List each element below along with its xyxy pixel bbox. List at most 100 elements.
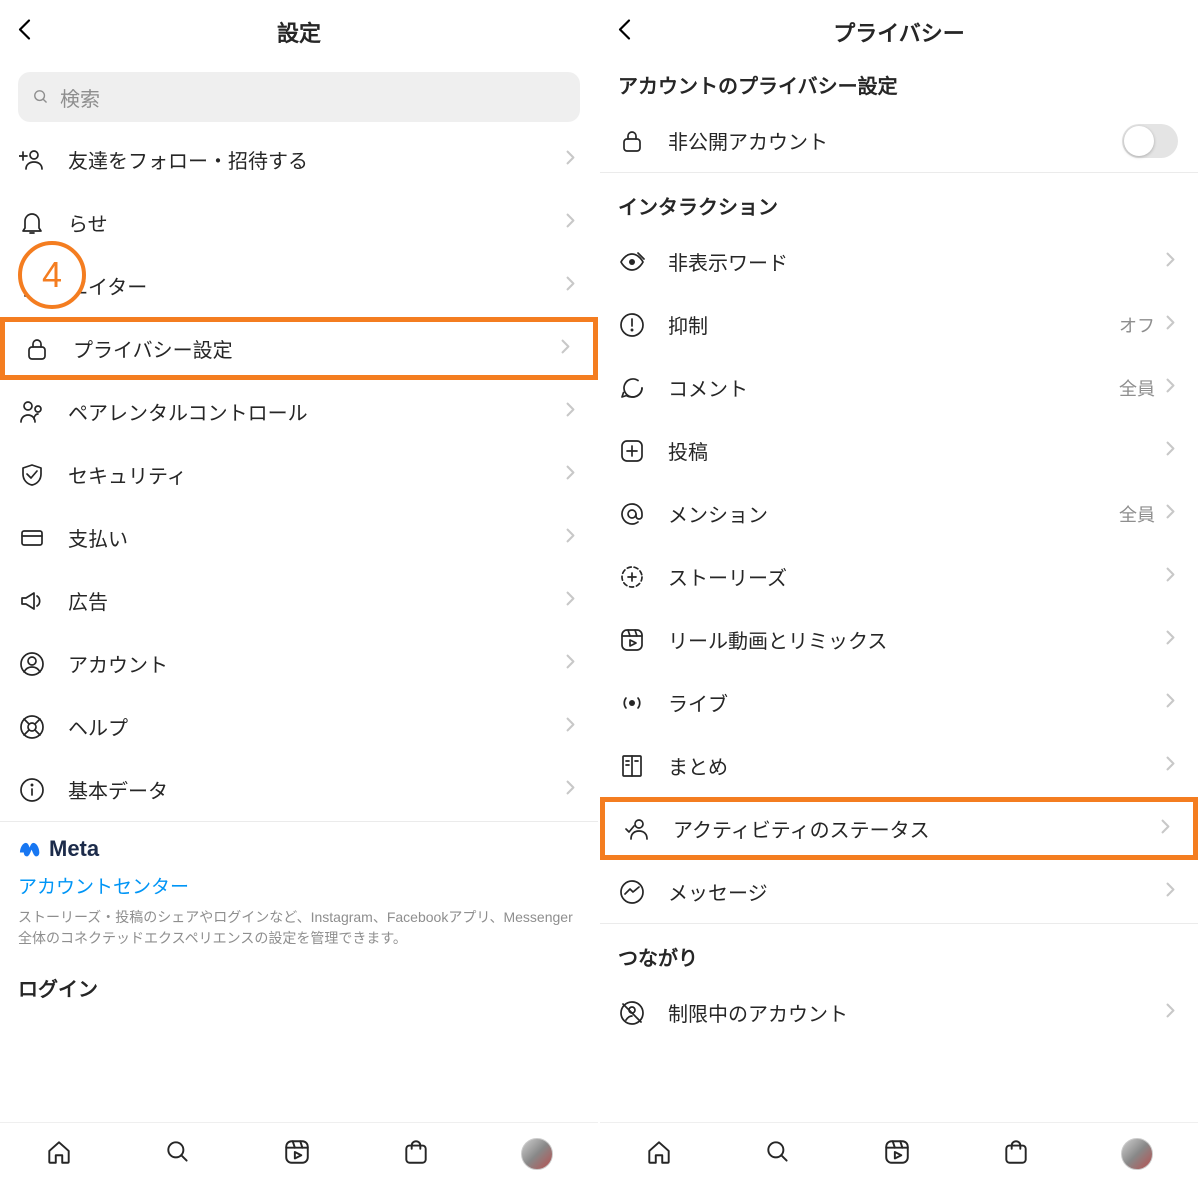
meta-icon bbox=[18, 837, 42, 861]
chevron-right-icon bbox=[1163, 504, 1178, 524]
row-label: 友達をフォロー・招待する bbox=[68, 145, 563, 174]
row-payment[interactable]: 支払い bbox=[0, 506, 598, 569]
privacy-icon bbox=[23, 335, 51, 363]
row-info[interactable]: 基本データ bbox=[0, 758, 598, 821]
section-account-privacy: アカウントのプライバシー設定 bbox=[600, 64, 1198, 109]
row-label: 基本データ bbox=[68, 775, 563, 804]
nav-profile[interactable] bbox=[521, 1138, 553, 1170]
row-label: 支払い bbox=[68, 523, 563, 552]
row-posts[interactable]: 投稿 bbox=[600, 419, 1198, 482]
row-label: 制限中のアカウント bbox=[668, 998, 1163, 1027]
row-activity[interactable]: アクティビティのステータス bbox=[600, 797, 1198, 860]
row-label: まとめ bbox=[668, 751, 1163, 780]
row-stories[interactable]: ストーリーズ bbox=[600, 545, 1198, 608]
row-security[interactable]: セキュリティ bbox=[0, 443, 598, 506]
row-limits[interactable]: 抑制オフ bbox=[600, 293, 1198, 356]
interaction-list: 非表示ワード抑制オフコメント全員投稿メンション全員ストーリーズリール動画とリミッ… bbox=[600, 230, 1198, 923]
chevron-right-icon bbox=[1163, 315, 1178, 335]
back-button-right[interactable] bbox=[612, 17, 638, 48]
connections-list: 制限中のアカウント bbox=[600, 981, 1198, 1044]
nav-shop[interactable] bbox=[1002, 1138, 1030, 1171]
accounts-center-link[interactable]: アカウントセンター bbox=[18, 872, 580, 899]
payment-icon bbox=[18, 524, 46, 552]
chevron-right-icon bbox=[1163, 630, 1178, 650]
row-label: 広告 bbox=[68, 586, 563, 615]
chevron-right-icon bbox=[558, 339, 573, 359]
row-meta: 全員 bbox=[1119, 375, 1155, 401]
search-input[interactable]: 検索 bbox=[18, 72, 580, 122]
chevron-right-icon bbox=[563, 780, 578, 800]
chevron-right-icon bbox=[1163, 378, 1178, 398]
row-label: メンション bbox=[668, 499, 1119, 528]
row-account[interactable]: アカウント bbox=[0, 632, 598, 695]
nav-home[interactable] bbox=[645, 1138, 673, 1171]
hidden-icon bbox=[618, 248, 646, 276]
search-placeholder: 検索 bbox=[60, 83, 100, 112]
row-live[interactable]: ライブ bbox=[600, 671, 1198, 734]
security-icon bbox=[18, 461, 46, 489]
settings-content: 4 友達をフォロー・招待するらせエイタープライバシー設定ペアレンタルコントロール… bbox=[0, 128, 598, 1185]
row-restricted[interactable]: 制限中のアカウント bbox=[600, 981, 1198, 1044]
back-button-left[interactable] bbox=[12, 17, 38, 48]
ads-icon bbox=[18, 587, 46, 615]
comments-icon bbox=[618, 374, 646, 402]
right-pane: プライバシー 5 アカウントのプライバシー設定 非公開アカウント インタラクショ… bbox=[600, 0, 1200, 1185]
row-label: プライバシー設定 bbox=[73, 334, 558, 363]
left-pane: 設定 検索 4 友達をフォロー・招待するらせエイタープライバシー設定ペアレンタル… bbox=[0, 0, 600, 1185]
row-label: ストーリーズ bbox=[668, 562, 1163, 591]
callout-4: 4 bbox=[18, 241, 86, 309]
privacy-content: 5 アカウントのプライバシー設定 非公開アカウント インタラクション 非表示ワー… bbox=[600, 64, 1198, 1185]
stories-icon bbox=[618, 563, 646, 591]
messages-icon bbox=[618, 878, 646, 906]
row-meta: オフ bbox=[1119, 312, 1155, 338]
section-interaction: インタラクション bbox=[600, 173, 1198, 230]
row-label: 非表示ワード bbox=[668, 247, 1163, 276]
row-messages[interactable]: メッセージ bbox=[600, 860, 1198, 923]
chevron-right-icon bbox=[563, 150, 578, 170]
private-account-toggle[interactable] bbox=[1122, 124, 1178, 158]
meta-logo: Meta bbox=[18, 836, 580, 862]
nav-search[interactable] bbox=[764, 1138, 792, 1171]
info-icon bbox=[18, 776, 46, 804]
row-creator[interactable]: エイター bbox=[0, 254, 598, 317]
row-label: セキュリティ bbox=[68, 460, 563, 489]
row-label: ペアレンタルコントロール bbox=[68, 397, 563, 426]
row-guides[interactable]: まとめ bbox=[600, 734, 1198, 797]
privacy-title: プライバシー bbox=[833, 16, 965, 48]
row-help[interactable]: ヘルプ bbox=[0, 695, 598, 758]
row-comments[interactable]: コメント全員 bbox=[600, 356, 1198, 419]
chevron-right-icon bbox=[1163, 252, 1178, 272]
chevron-right-icon bbox=[1163, 882, 1178, 902]
chevron-right-icon bbox=[1158, 819, 1173, 839]
private-account-label: 非公開アカウント bbox=[668, 126, 1122, 155]
reels-icon bbox=[618, 626, 646, 654]
settings-list: 友達をフォロー・招待するらせエイタープライバシー設定ペアレンタルコントロールセキ… bbox=[0, 128, 598, 821]
row-label: ライブ bbox=[668, 688, 1163, 717]
row-ads[interactable]: 広告 bbox=[0, 569, 598, 632]
row-follow[interactable]: 友達をフォロー・招待する bbox=[0, 128, 598, 191]
row-privacy[interactable]: プライバシー設定 bbox=[0, 317, 598, 380]
nav-profile[interactable] bbox=[1121, 1138, 1153, 1170]
row-mentions[interactable]: メンション全員 bbox=[600, 482, 1198, 545]
chevron-right-icon bbox=[1163, 693, 1178, 713]
row-reels[interactable]: リール動画とリミックス bbox=[600, 608, 1198, 671]
nav-shop[interactable] bbox=[402, 1138, 430, 1171]
live-icon bbox=[618, 689, 646, 717]
chevron-right-icon bbox=[1163, 1003, 1178, 1023]
row-label: アカウント bbox=[68, 649, 563, 678]
guides-icon bbox=[618, 752, 646, 780]
row-hidden[interactable]: 非表示ワード bbox=[600, 230, 1198, 293]
nav-reels[interactable] bbox=[883, 1138, 911, 1171]
row-parental[interactable]: ペアレンタルコントロール bbox=[0, 380, 598, 443]
chevron-right-icon bbox=[563, 717, 578, 737]
row-notif[interactable]: らせ bbox=[0, 191, 598, 254]
nav-home[interactable] bbox=[45, 1138, 73, 1171]
row-meta: 全員 bbox=[1119, 501, 1155, 527]
settings-header: 設定 bbox=[0, 0, 598, 64]
nav-search[interactable] bbox=[164, 1138, 192, 1171]
nav-reels[interactable] bbox=[283, 1138, 311, 1171]
settings-title: 設定 bbox=[277, 16, 321, 48]
chevron-right-icon bbox=[563, 465, 578, 485]
chevron-right-icon bbox=[1163, 567, 1178, 587]
row-label: アクティビティのステータス bbox=[673, 814, 1158, 843]
